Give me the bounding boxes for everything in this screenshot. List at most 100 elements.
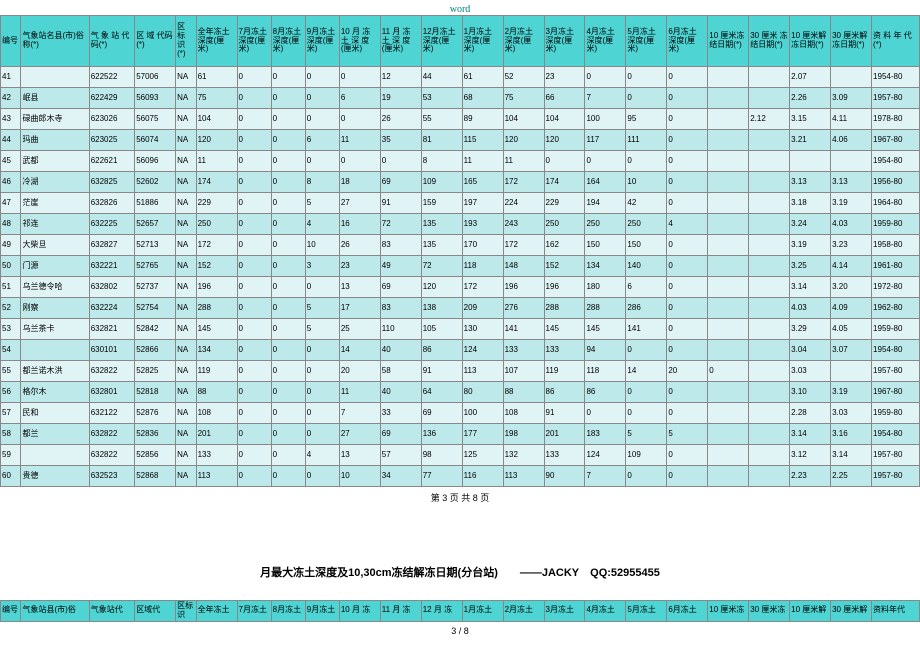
cell: 3.25 bbox=[790, 256, 831, 277]
cell: 5 bbox=[305, 298, 339, 319]
col-header-2: 11 月 冻 bbox=[380, 601, 421, 622]
cell: 40 bbox=[380, 340, 421, 361]
cell: NA bbox=[176, 172, 196, 193]
cell: 4.03 bbox=[831, 214, 872, 235]
col-header-2: 6月冻土 bbox=[667, 601, 708, 622]
cell: 5 bbox=[305, 193, 339, 214]
cell bbox=[831, 151, 872, 172]
cell: 44 bbox=[1, 130, 21, 151]
cell: 0 bbox=[305, 403, 339, 424]
cell: 45 bbox=[1, 151, 21, 172]
cell: 0 bbox=[305, 277, 339, 298]
cell: 27 bbox=[339, 193, 380, 214]
cell: 0 bbox=[305, 109, 339, 130]
cell: 20 bbox=[339, 361, 380, 382]
cell: 0 bbox=[237, 109, 271, 130]
cell: 250 bbox=[626, 214, 667, 235]
cell: 125 bbox=[462, 445, 503, 466]
cell bbox=[749, 424, 790, 445]
cell: 碌曲郎木寺 bbox=[21, 109, 89, 130]
cell: 194 bbox=[585, 193, 626, 214]
col-header-2: 12 月 冻 bbox=[421, 601, 462, 622]
cell: 42 bbox=[626, 193, 667, 214]
cell: 91 bbox=[421, 361, 462, 382]
col-header: 区 标 识 (*) bbox=[176, 16, 196, 67]
cell: 80 bbox=[462, 382, 503, 403]
cell: 69 bbox=[380, 172, 421, 193]
cell: 53 bbox=[421, 88, 462, 109]
col-header-2: 2月冻土 bbox=[503, 601, 544, 622]
cell: 632827 bbox=[89, 235, 134, 256]
cell: 152 bbox=[544, 256, 585, 277]
cell: 10 bbox=[626, 172, 667, 193]
cell: 1954-80 bbox=[872, 67, 920, 88]
cell: 4 bbox=[305, 445, 339, 466]
cell: 623026 bbox=[89, 109, 134, 130]
cell: 1957-80 bbox=[872, 445, 920, 466]
col-header-2: 30 厘米冻 bbox=[749, 601, 790, 622]
cell: 159 bbox=[421, 193, 462, 214]
cell: 0 bbox=[271, 403, 305, 424]
cell: 42 bbox=[1, 88, 21, 109]
col-header: 1月冻土 深度(厘 米) bbox=[462, 16, 503, 67]
cell: 0 bbox=[237, 298, 271, 319]
cell bbox=[708, 466, 749, 487]
cell: 124 bbox=[462, 340, 503, 361]
cell bbox=[708, 88, 749, 109]
cell: 632822 bbox=[89, 361, 134, 382]
cell: 117 bbox=[585, 130, 626, 151]
cell bbox=[749, 214, 790, 235]
cell: 0 bbox=[271, 88, 305, 109]
cell: 0 bbox=[667, 298, 708, 319]
cell: 大柴旦 bbox=[21, 235, 89, 256]
cell: 35 bbox=[380, 130, 421, 151]
cell: 0 bbox=[667, 130, 708, 151]
cell: 0 bbox=[667, 277, 708, 298]
col-header: 11 月 冻 土 深 度 (厘米) bbox=[380, 16, 421, 67]
col-header: 6月冻土 深度(厘 米) bbox=[667, 16, 708, 67]
cell: 52876 bbox=[135, 403, 176, 424]
cell: 104 bbox=[544, 109, 585, 130]
cell: 49 bbox=[1, 235, 21, 256]
cell: 18 bbox=[339, 172, 380, 193]
cell: 4 bbox=[305, 214, 339, 235]
cell: 165 bbox=[462, 172, 503, 193]
cell: 都兰 bbox=[21, 424, 89, 445]
cell: 23 bbox=[544, 67, 585, 88]
cell: 91 bbox=[544, 403, 585, 424]
cell: 69 bbox=[421, 403, 462, 424]
cell: 0 bbox=[626, 67, 667, 88]
col-header-2: 3月冻土 bbox=[544, 601, 585, 622]
table-row: 49大柴旦63282752713NA1720010268313517017216… bbox=[1, 235, 920, 256]
cell: 53 bbox=[1, 319, 21, 340]
cell: 格尔木 bbox=[21, 382, 89, 403]
cell: NA bbox=[176, 424, 196, 445]
cell: 0 bbox=[271, 424, 305, 445]
cell: 0 bbox=[339, 109, 380, 130]
cell: 0 bbox=[626, 151, 667, 172]
cell bbox=[708, 172, 749, 193]
cell: 52 bbox=[1, 298, 21, 319]
cell: 134 bbox=[585, 256, 626, 277]
col-header: 资 料 年 代(*) bbox=[872, 16, 920, 67]
second-table-header: 编号气象站县(市)俗气象站代区域代区标识全年冻土7月冻土8月冻土9月冻土10 月… bbox=[0, 600, 920, 622]
cell: 632523 bbox=[89, 466, 134, 487]
cell: 0 bbox=[626, 466, 667, 487]
cell: 11 bbox=[196, 151, 237, 172]
cell: 0 bbox=[667, 193, 708, 214]
cell: 66 bbox=[544, 88, 585, 109]
cell: 286 bbox=[626, 298, 667, 319]
cell: 116 bbox=[462, 466, 503, 487]
cell: 1957-80 bbox=[872, 361, 920, 382]
cell: 0 bbox=[667, 466, 708, 487]
cell: 4.14 bbox=[831, 256, 872, 277]
cell: 2.23 bbox=[790, 466, 831, 487]
cell: 622621 bbox=[89, 151, 134, 172]
cell: 0 bbox=[544, 151, 585, 172]
col-header-2: 全年冻土 bbox=[196, 601, 237, 622]
col-header-2: 30 厘米解 bbox=[831, 601, 872, 622]
cell: 27 bbox=[339, 424, 380, 445]
cell: 86 bbox=[421, 340, 462, 361]
col-header: 3月冻土 深度(厘 米) bbox=[544, 16, 585, 67]
cell: 0 bbox=[271, 235, 305, 256]
